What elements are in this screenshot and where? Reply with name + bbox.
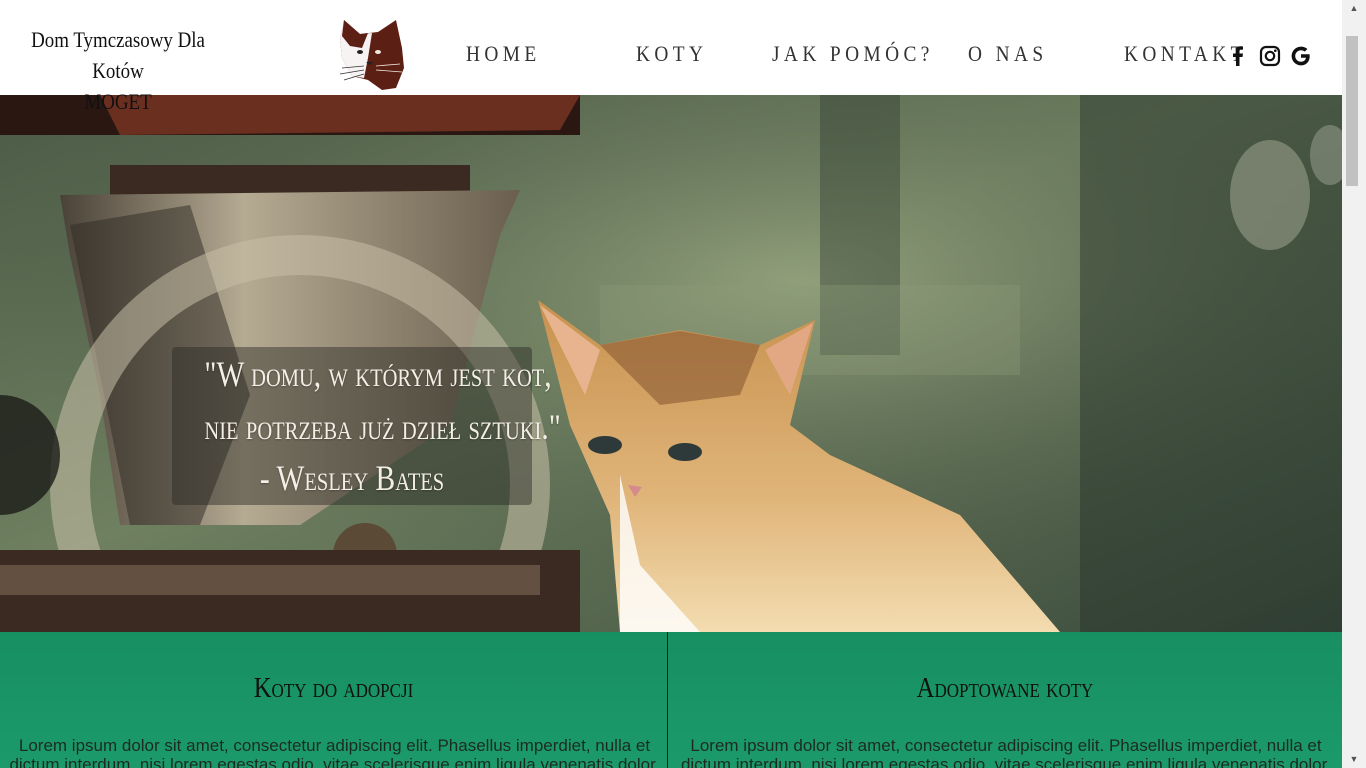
site-title-line1: Dom Tymczasowy Dla Kotów — [31, 27, 205, 83]
nav-koty[interactable]: KOTY — [636, 41, 707, 67]
site-title-line2: MOGET — [84, 89, 152, 114]
site-header: Dom Tymczasowy Dla Kotów MOGET HOME KOTY… — [0, 0, 1342, 114]
vertical-scrollbar[interactable]: ▲ ▼ — [1342, 0, 1366, 768]
panel-adopted-text: Lorem ipsum dolor sit amet, consectetur … — [680, 736, 1332, 768]
nav-home[interactable]: HOME — [466, 41, 541, 67]
panel-adopted: Adoptowane koty Lorem ipsum dolor sit am… — [668, 632, 1342, 768]
nav-jak-pomoc[interactable]: JAK POMÓC? — [772, 41, 934, 67]
scroll-up-arrow-icon[interactable]: ▲ — [1342, 0, 1366, 17]
nav-o-nas[interactable]: O NAS — [968, 41, 1048, 67]
panel-adopted-title[interactable]: Adoptowane koty — [719, 672, 1292, 705]
google-icon[interactable] — [1289, 44, 1313, 68]
facebook-icon[interactable] — [1226, 44, 1250, 68]
quote-box: "W domu, w którym jest kot, nie potrzeba… — [172, 347, 561, 505]
quote-author: - Wesley Bates — [259, 458, 445, 498]
quote-line2: nie potrzeba już dzieł sztuki." — [204, 407, 561, 447]
panel-adoption-title[interactable]: Koty do adopcji — [50, 672, 617, 705]
quote-line1: "W domu, w którym jest kot, — [204, 354, 552, 394]
scrollbar-thumb[interactable] — [1346, 36, 1358, 186]
site-title[interactable]: Dom Tymczasowy Dla Kotów MOGET — [23, 24, 212, 117]
panel-adoption-text: Lorem ipsum dolor sit amet, consectetur … — [9, 736, 660, 768]
instagram-icon[interactable] — [1258, 44, 1282, 68]
cat-logo-icon[interactable] — [338, 18, 408, 92]
scroll-down-arrow-icon[interactable]: ▼ — [1342, 751, 1366, 768]
info-panels: Koty do adopcji Lorem ipsum dolor sit am… — [0, 632, 1342, 768]
hero-banner: "W domu, w którym jest kot, nie potrzeba… — [0, 95, 1342, 632]
panel-adoption: Koty do adopcji Lorem ipsum dolor sit am… — [0, 632, 667, 768]
